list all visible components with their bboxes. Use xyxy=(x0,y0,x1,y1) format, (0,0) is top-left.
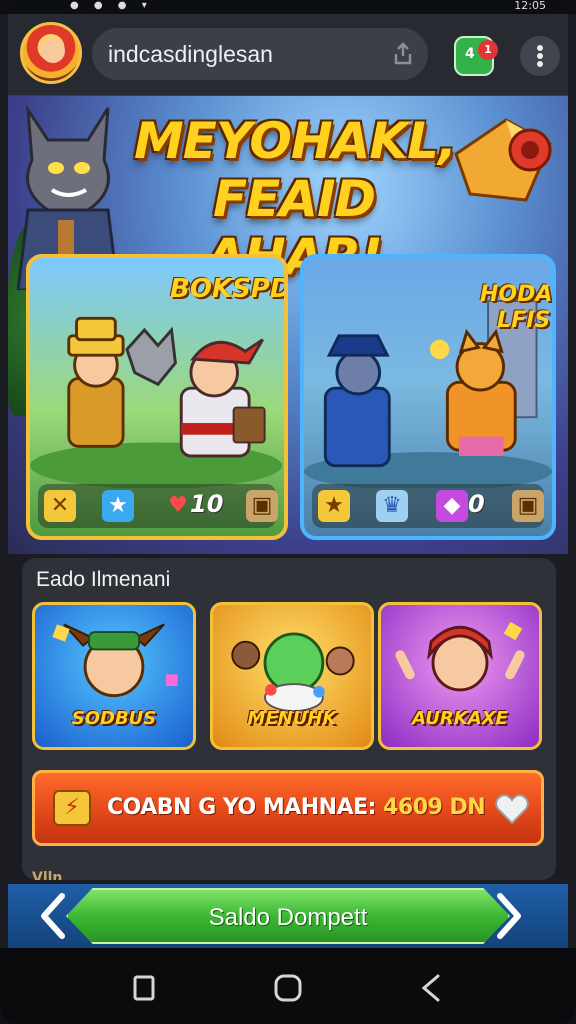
section-title: Eado Ilmenani xyxy=(36,568,171,591)
share-icon[interactable] xyxy=(392,42,414,66)
headline-line-1: MEYOHAKL, xyxy=(134,112,457,170)
tab-notification-badge: 1 xyxy=(478,40,498,60)
menu-dot xyxy=(537,53,543,59)
right-card-stat-bar: ★ ♛ ◆ 0 ▣ xyxy=(312,484,544,528)
circle-home-icon[interactable] xyxy=(270,970,306,1006)
system-navigation-bar xyxy=(0,948,576,1024)
game-tile[interactable]: AURKAXE xyxy=(378,602,542,750)
left-card-stat-value: 10 xyxy=(190,490,224,518)
url-text[interactable]: indcasdinglesan xyxy=(108,41,273,68)
status-bar: ● ● ● ▾ 12:05 xyxy=(0,0,576,14)
tile-1-character-art xyxy=(52,623,178,698)
featured-game-card-left[interactable]: BOKSPD ✕ ★ ♥ 10 ▣ xyxy=(26,254,288,540)
left-card-title: BOKSPD xyxy=(170,274,288,304)
address-bar[interactable]: indcasdinglesan xyxy=(92,28,428,80)
site-logo[interactable] xyxy=(20,22,82,84)
wallet-balance-button[interactable]: Saldo Dompett xyxy=(66,888,510,944)
chest-icon[interactable]: ▣ xyxy=(512,490,544,522)
tile-3-label: AURKAXE xyxy=(412,708,508,729)
game-tile[interactable]: SODBUS xyxy=(32,602,196,750)
promo-banner[interactable]: ⚡ COABN G YO MAHNAE: 4609 DN xyxy=(32,770,544,846)
right-card-stat-value: 0 xyxy=(468,490,485,518)
chevron-left-icon[interactable] xyxy=(38,892,68,940)
logo-face-icon xyxy=(41,39,65,63)
status-time: 12:05 xyxy=(514,0,546,12)
notification-icons: ● ● ● ▾ xyxy=(70,0,153,11)
chest-icon[interactable]: ▣ xyxy=(246,490,278,522)
promo-text: COABN G YO MAHNAE: 4609 DN xyxy=(107,795,486,820)
more-vert-icon[interactable] xyxy=(520,36,560,76)
chevron-right-icon[interactable] xyxy=(494,892,524,940)
tile-3-character-art xyxy=(395,621,525,692)
wallet-balance-label: Saldo Dompett xyxy=(208,904,368,931)
shield-icon[interactable]: ◆ xyxy=(436,490,468,522)
tile-1-label: SODBUS xyxy=(71,708,157,729)
promo-amount: 4609 DN xyxy=(383,795,486,820)
phone-screen: ● ● ● ▾ 12:05 indcasdinglesan 4 1 MEYOHA… xyxy=(0,0,576,1024)
section-sub-text: Vlln xyxy=(32,870,63,880)
potion-icon[interactable]: ♛ xyxy=(376,490,408,522)
square-recents-icon[interactable] xyxy=(126,970,162,1006)
menu-dot xyxy=(537,45,543,51)
browser-header: indcasdinglesan 4 1 xyxy=(8,14,568,96)
left-card-characters-art xyxy=(30,316,283,488)
right-card-title: HODAE LFIS xyxy=(480,282,553,333)
sword-icon[interactable]: ✕ xyxy=(44,490,76,522)
wallet-bar: Saldo Dompett xyxy=(8,884,568,948)
triangle-back-icon[interactable] xyxy=(414,970,450,1006)
star-icon[interactable]: ★ xyxy=(102,490,134,522)
heart-icon[interactable] xyxy=(495,793,529,825)
game-tile[interactable]: MENUHK xyxy=(210,602,374,750)
menu-dot xyxy=(537,61,543,67)
gem-decoration-icon xyxy=(454,118,552,202)
promo-label: COABN G YO MAHNAE: xyxy=(107,795,376,820)
featured-game-card-right[interactable]: HODAE LFIS ★ ♛ ◆ 0 ▣ xyxy=(300,254,556,540)
games-section: Eado Ilmenani SODBUS MENUHK AURKAXE ⚡ CO… xyxy=(22,558,556,880)
tab-count: 4 xyxy=(465,46,475,62)
hero-banner[interactable]: MEYOHAKL, FEAID AHAR! BOKSPD ✕ ★ ♥ 10 ▣ … xyxy=(8,96,568,554)
tile-2-character-art xyxy=(231,632,355,713)
lightning-icon: ⚡ xyxy=(53,790,91,826)
tile-2-label: MENUHK xyxy=(247,708,337,729)
star-icon[interactable]: ★ xyxy=(318,490,350,522)
left-card-stat-bar: ✕ ★ ♥ 10 ▣ xyxy=(38,484,278,528)
